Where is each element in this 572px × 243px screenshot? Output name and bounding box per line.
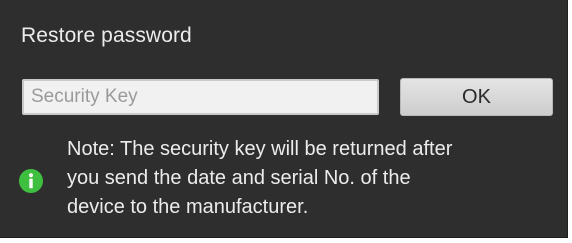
restore-password-dialog: Restore password OK Note: The security k… bbox=[0, 0, 568, 238]
note-line: Note: The security key will be returned … bbox=[67, 138, 453, 160]
note-line: device to the manufacturer. bbox=[67, 196, 309, 218]
info-icon bbox=[19, 169, 43, 193]
note-line: you send the date and serial No. of the bbox=[67, 167, 411, 189]
note-text: Note: The security key will be returned … bbox=[67, 135, 547, 222]
ok-button[interactable]: OK bbox=[400, 78, 553, 116]
security-key-input[interactable] bbox=[22, 79, 379, 115]
dialog-title: Restore password bbox=[21, 24, 192, 47]
